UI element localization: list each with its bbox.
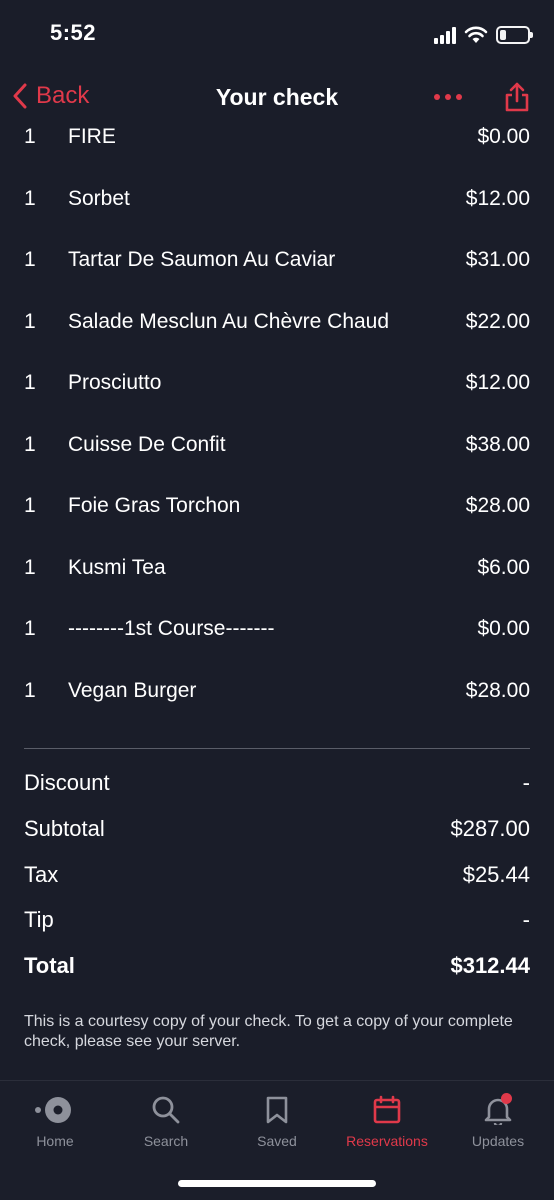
home-icon (0, 1093, 110, 1127)
list-item: 1 FIRE $0.00 (0, 107, 554, 169)
item-price: $0.00 (477, 125, 530, 148)
tab-label: Search (143, 1133, 189, 1149)
dot (456, 94, 462, 100)
list-item: 1 Cuisse De Confit $38.00 (0, 415, 554, 477)
subtotal-row: Subtotal $287.00 (0, 808, 554, 854)
total-label: Total (24, 953, 75, 979)
item-quantity: 1 (24, 371, 36, 394)
check-items-list: 1 FIRE $0.00 1 Sorbet $12.00 1 Tartar De… (0, 107, 554, 722)
calendar-icon (332, 1093, 442, 1127)
bell-icon (443, 1093, 553, 1127)
item-name: Vegan Burger (68, 678, 197, 702)
item-price: $38.00 (465, 432, 530, 456)
list-item: 1 Vegan Burger $28.00 (0, 661, 554, 723)
tip-value: - (522, 907, 530, 933)
more-options-button[interactable] (432, 86, 464, 108)
list-item: 1 Salade Mesclun Au Chèvre Chaud $22.00 (0, 292, 554, 354)
search-icon (111, 1093, 221, 1127)
list-item: 1 Sorbet $12.00 (0, 169, 554, 231)
tab-label: Updates (471, 1133, 525, 1149)
item-name: Cuisse De Confit (68, 432, 226, 456)
subtotal-label: Subtotal (24, 815, 105, 841)
item-quantity: 1 (24, 617, 36, 640)
list-item: 1 Tartar De Saumon Au Caviar $31.00 (0, 230, 554, 292)
tip-row: Tip - (0, 899, 554, 945)
tab-label: Home (36, 1133, 74, 1149)
tab-label: Saved (257, 1133, 297, 1149)
item-name: Salade Mesclun Au Chèvre Chaud (68, 309, 390, 333)
item-price: $12.00 (465, 186, 530, 210)
status-icons (434, 24, 533, 46)
divider (24, 748, 530, 749)
item-quantity: 1 (24, 432, 36, 456)
item-quantity: 1 (24, 309, 36, 333)
item-price: $28.00 (465, 678, 530, 702)
tax-value: $25.44 (462, 861, 530, 887)
dot (445, 94, 451, 100)
tip-label: Tip (24, 907, 54, 933)
item-name: FIRE (68, 125, 116, 148)
home-indicator[interactable] (178, 1180, 376, 1187)
item-price: $31.00 (465, 248, 530, 271)
item-name: Prosciutto (68, 371, 162, 394)
item-name: Tartar De Saumon Au Caviar (68, 248, 336, 271)
item-name: Sorbet (68, 186, 130, 210)
list-item: 1 Prosciutto $12.00 (0, 353, 554, 415)
tab-home[interactable]: Home (0, 1093, 110, 1149)
tax-row: Tax $25.44 (0, 854, 554, 900)
item-price: $6.00 (477, 555, 530, 579)
status-bar: 5:52 (0, 0, 554, 70)
total-row: Total $312.44 (0, 945, 554, 991)
item-name: --------1st Course------- (68, 617, 275, 640)
notification-badge (501, 1093, 512, 1104)
list-item: 1 --------1st Course------- $0.00 (0, 599, 554, 661)
list-item: 1 Foie Gras Torchon $28.00 (0, 476, 554, 538)
dot (434, 94, 440, 100)
discount-row: Discount - (0, 762, 554, 808)
item-quantity: 1 (24, 248, 36, 271)
item-quantity: 1 (24, 125, 36, 148)
item-quantity: 1 (24, 678, 36, 702)
total-value: $312.44 (450, 953, 530, 979)
status-time: 5:52 (50, 20, 97, 45)
tab-search[interactable]: Search (111, 1093, 221, 1149)
bookmark-icon (222, 1093, 332, 1127)
list-item: 1 Kusmi Tea $6.00 (0, 538, 554, 600)
discount-label: Discount (24, 770, 110, 795)
subtotal-value: $287.00 (450, 815, 530, 841)
item-price: $12.00 (465, 371, 530, 394)
item-price: $28.00 (465, 494, 530, 517)
item-name: Kusmi Tea (68, 555, 166, 579)
cellular-signal-icon (434, 26, 456, 44)
battery-icon (496, 26, 533, 44)
discount-value: - (522, 770, 530, 795)
tax-label: Tax (24, 861, 59, 887)
tab-label: Reservations (346, 1133, 428, 1149)
item-price: $0.00 (477, 617, 530, 640)
courtesy-note: This is a courtesy copy of your check. T… (24, 1013, 513, 1050)
item-quantity: 1 (24, 555, 36, 579)
item-name: Foie Gras Torchon (68, 494, 241, 517)
item-quantity: 1 (24, 186, 36, 210)
tab-saved[interactable]: Saved (222, 1093, 332, 1149)
wifi-icon (464, 26, 488, 43)
tab-reservations[interactable]: Reservations (332, 1093, 442, 1149)
totals-section: Discount - Subtotal $287.00 Tax $25.44 T… (0, 762, 554, 991)
item-price: $22.00 (465, 309, 530, 333)
tab-updates[interactable]: Updates (443, 1093, 553, 1149)
item-quantity: 1 (24, 494, 36, 517)
